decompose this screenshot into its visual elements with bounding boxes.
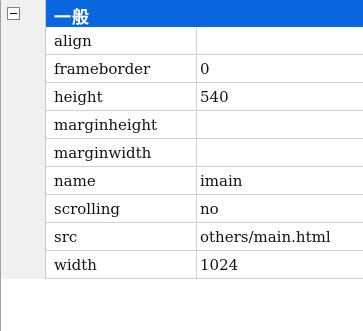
property-name[interactable]: name — [46, 167, 197, 195]
row-gutter — [1, 167, 46, 195]
property-name[interactable]: marginwidth — [46, 139, 197, 167]
property-value[interactable]: others/main.html — [197, 223, 363, 251]
property-name[interactable]: width — [46, 251, 197, 279]
property-value[interactable]: 540 — [197, 83, 363, 111]
property-value[interactable]: 1024 — [197, 251, 363, 279]
collapse-icon[interactable] — [7, 7, 20, 20]
row-gutter — [1, 55, 46, 83]
property-row-frameborder[interactable]: frameborder 0 — [1, 55, 363, 83]
category-header[interactable] — [46, 0, 363, 27]
property-row-scrolling[interactable]: scrolling no — [1, 195, 363, 223]
property-value[interactable]: imain — [197, 167, 363, 195]
row-gutter — [1, 111, 46, 139]
property-name[interactable]: frameborder — [46, 55, 197, 83]
category-general[interactable]: 一般 — [1, 0, 363, 28]
property-value[interactable] — [197, 139, 363, 167]
property-value[interactable]: 0 — [197, 55, 363, 83]
row-gutter — [1, 27, 46, 55]
category-label: 一般 — [54, 8, 90, 28]
property-row-align[interactable]: align — [1, 27, 363, 55]
row-gutter — [1, 251, 46, 279]
property-name[interactable]: marginheight — [46, 111, 197, 139]
property-row-src[interactable]: src others/main.html — [1, 223, 363, 251]
property-value[interactable] — [197, 111, 363, 139]
property-row-height[interactable]: height 540 — [1, 83, 363, 111]
row-gutter — [1, 195, 46, 223]
property-name[interactable]: scrolling — [46, 195, 197, 223]
property-grid: 一般 align frameborder 0 height 540 margin… — [0, 0, 363, 331]
property-row-marginheight[interactable]: marginheight — [1, 111, 363, 139]
property-name[interactable]: align — [46, 27, 197, 55]
category-gutter — [1, 0, 46, 27]
property-name[interactable]: height — [46, 83, 197, 111]
property-row-width[interactable]: width 1024 — [1, 251, 363, 279]
property-row-name[interactable]: name imain — [1, 167, 363, 195]
row-gutter — [1, 139, 46, 167]
row-gutter — [1, 83, 46, 111]
property-value[interactable]: no — [197, 195, 363, 223]
property-value[interactable] — [197, 27, 363, 55]
row-gutter — [1, 223, 46, 251]
property-name[interactable]: src — [46, 223, 197, 251]
property-row-marginwidth[interactable]: marginwidth — [1, 139, 363, 167]
